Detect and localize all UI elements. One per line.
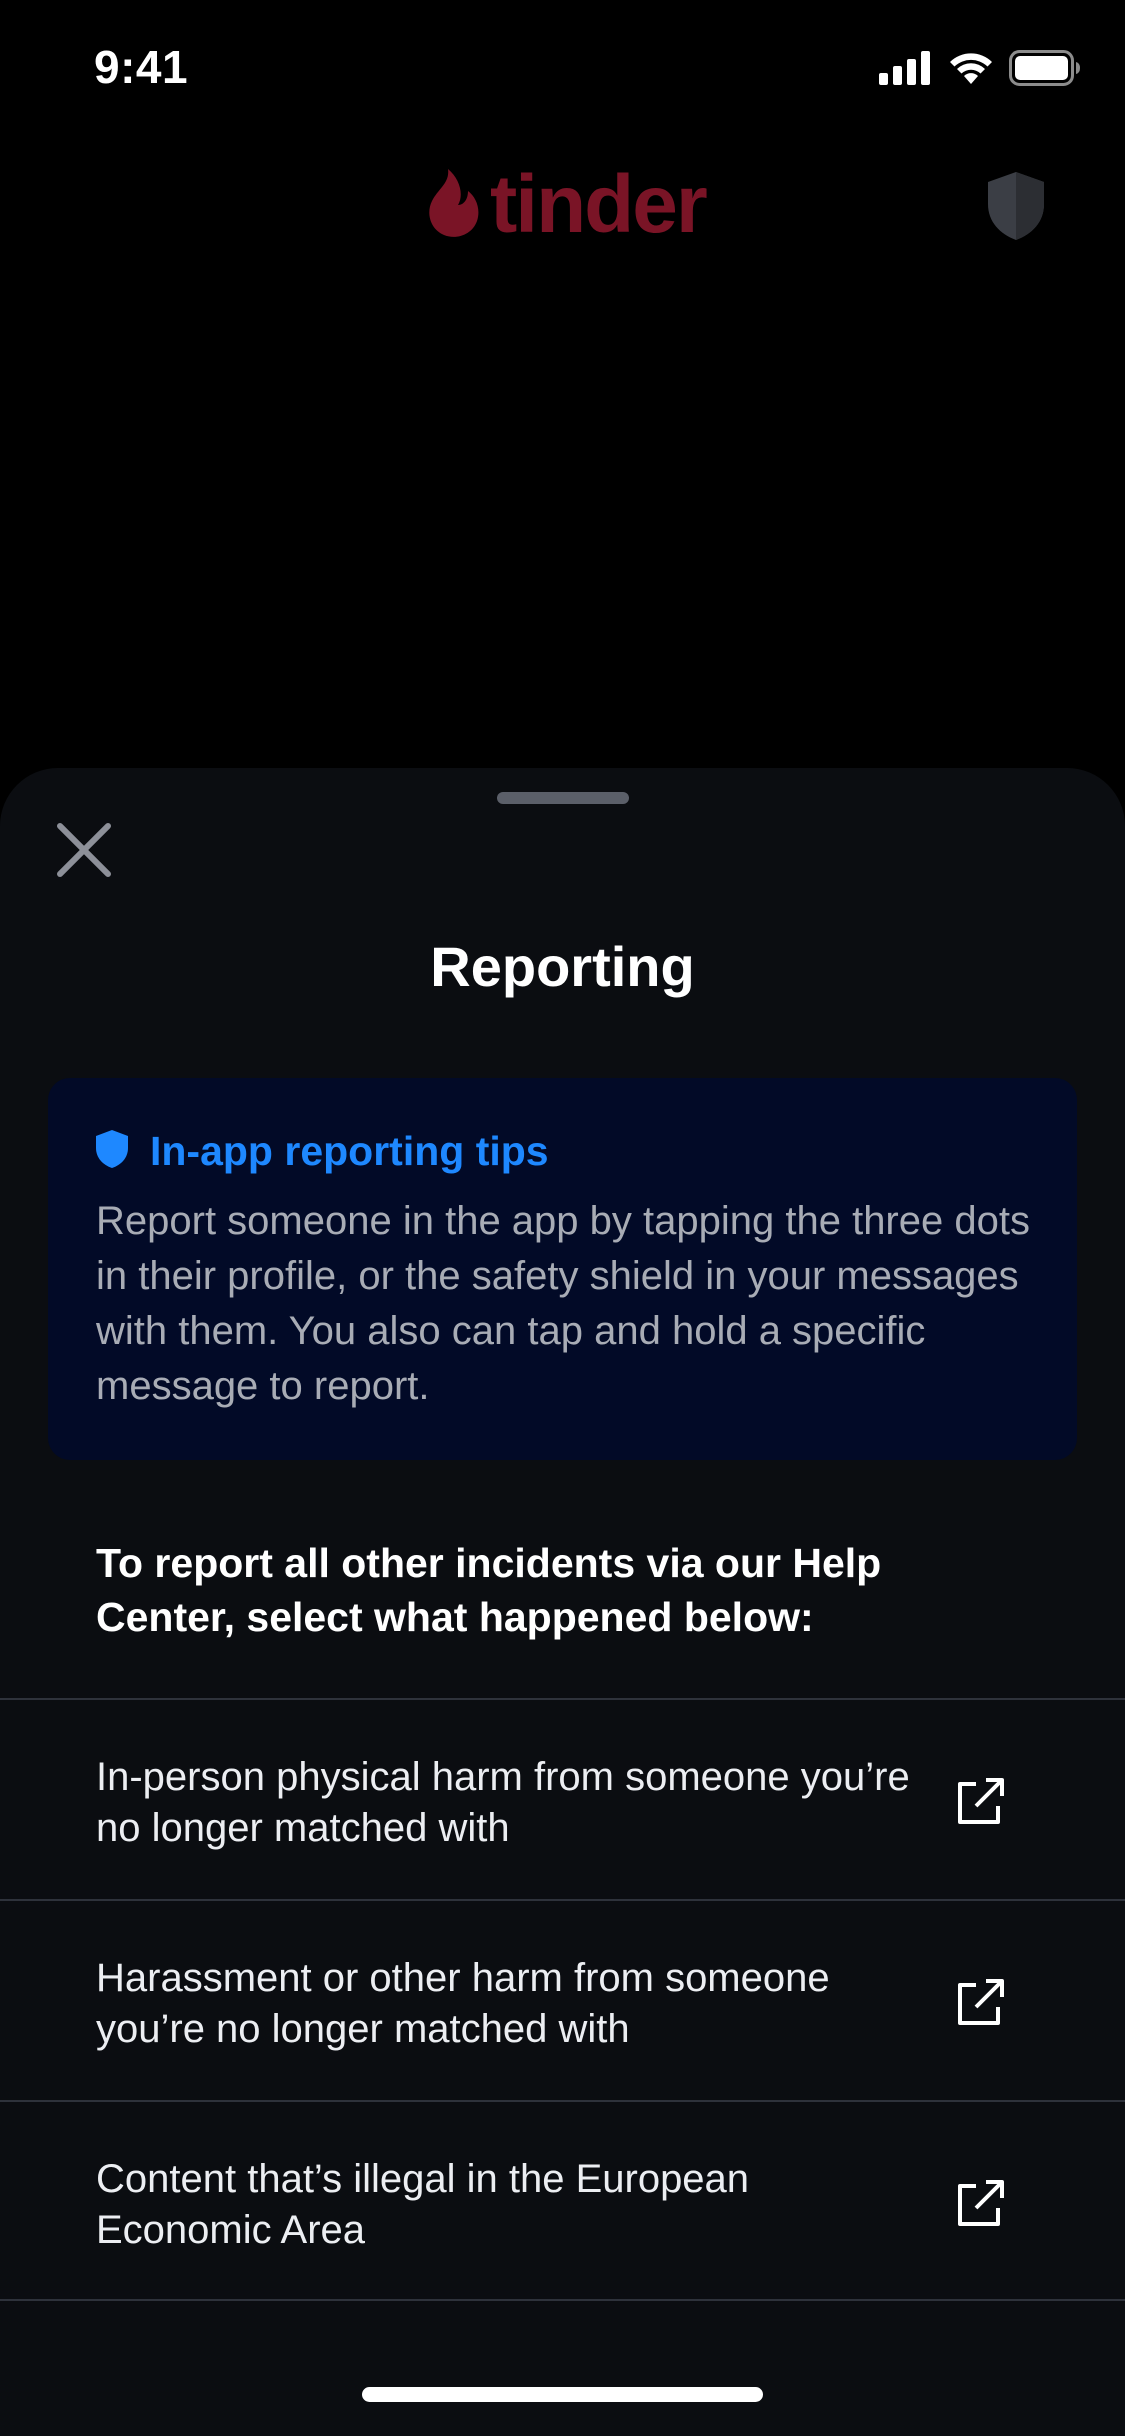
tips-heading: In-app reporting tips: [94, 1128, 549, 1175]
sheet-title: Reporting: [430, 935, 695, 998]
report-option-label: Harassment or other harm from someone yo…: [96, 1956, 830, 2051]
external-link-icon: [954, 1776, 1006, 1828]
cellular-signal-icon: [879, 51, 933, 90]
app-header: tinder: [0, 150, 1125, 270]
close-icon: [54, 820, 114, 885]
help-center-intro: To report all other incidents via our He…: [96, 1540, 882, 1640]
external-link-icon: [954, 1977, 1006, 2029]
sheet-grabber[interactable]: [497, 792, 629, 804]
tips-body: Report someone in the app by tapping the…: [96, 1199, 1030, 1408]
wifi-icon: [947, 50, 995, 91]
tinder-logo: tinder: [424, 159, 708, 250]
safety-shield-icon[interactable]: [984, 170, 1048, 247]
flame-icon: [424, 167, 480, 244]
report-option-label: Content that’s illegal in the European E…: [96, 2157, 750, 2252]
logo-text: tinder: [490, 159, 708, 250]
battery-icon: [1009, 50, 1081, 91]
tips-heading-text: In-app reporting tips: [150, 1128, 549, 1174]
reporting-tips-card: In-app reporting tips Report someone in …: [48, 1078, 1077, 1460]
status-time: 9:41: [94, 41, 189, 93]
report-option-physical-harm[interactable]: In-person physical harm from someone you…: [0, 1698, 1125, 1899]
report-options-list: In-person physical harm from someone you…: [0, 1698, 1125, 2301]
status-bar: 9:41: [0, 0, 1125, 140]
status-icons: [879, 50, 1081, 91]
close-button[interactable]: [46, 814, 122, 890]
shield-icon: [94, 1129, 130, 1174]
report-option-label: In-person physical harm from someone you…: [96, 1755, 910, 1850]
report-option-illegal-content[interactable]: Content that’s illegal in the European E…: [0, 2100, 1125, 2301]
external-link-icon: [954, 2178, 1006, 2230]
home-indicator[interactable]: [362, 2387, 763, 2402]
reporting-sheet: Reporting In-app reporting tips Report s…: [0, 768, 1125, 2436]
report-option-harassment[interactable]: Harassment or other harm from someone yo…: [0, 1899, 1125, 2100]
